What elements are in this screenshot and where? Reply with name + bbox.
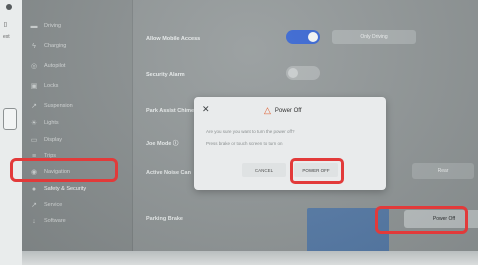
hardware-button[interactable]	[3, 108, 17, 130]
autopilot-icon: ◎	[30, 63, 38, 70]
software-icon: ↓	[32, 217, 36, 225]
security-alarm-toggle[interactable]	[286, 66, 320, 80]
park-assist-chimes-label: Park Assist Chimes	[146, 108, 198, 114]
allow-mobile-access-toggle[interactable]	[286, 30, 320, 44]
sidebar-item-lights[interactable]: ☀ Lights	[30, 115, 128, 131]
camera-dot	[6, 4, 12, 10]
allow-mobile-access-label: Allow Mobile Access	[146, 36, 201, 42]
sidebar-item-label: Autopilot	[44, 63, 66, 69]
sidebar-item-label: Safety & Security	[44, 186, 87, 192]
screen-bottom-edge	[22, 251, 478, 265]
dialog-title: △ Power Off	[264, 105, 302, 116]
sidebar-item-display[interactable]: ▭ Display	[30, 132, 128, 148]
sidebar-item-label: Charging	[44, 43, 67, 49]
rear-option-button[interactable]: Rear	[412, 163, 474, 179]
sidebar-item-suspension[interactable]: ↗ Suspension	[30, 98, 128, 114]
sidebar-item-driving[interactable]: ▬ Driving	[30, 18, 128, 34]
warning-icon: △	[264, 105, 271, 115]
car-icon: ▬	[30, 22, 38, 30]
sidebar-item-label: Lights	[44, 120, 59, 126]
charging-icon: ϟ	[32, 42, 36, 50]
sidebar-item-label: Suspension	[44, 103, 73, 109]
joe-mode-label: Joe Mode ⓘ	[146, 141, 179, 147]
sidebar-item-locks[interactable]: ▣ Locks	[30, 78, 128, 94]
device-bezel: [] ext	[0, 0, 23, 265]
dialog-hint: Press brake or touch screen to turn on	[206, 141, 283, 146]
dialog-title-text: Power Off	[274, 107, 302, 114]
dialog-message: Are you sure you want to turn the power …	[206, 129, 295, 134]
sidebar-item-label: Software	[44, 218, 66, 224]
sidebar-item-label: Locks	[44, 83, 59, 89]
safety-icon: ●	[31, 185, 37, 193]
close-icon[interactable]: ✕	[202, 104, 210, 115]
settings-sidebar: ▬ Driving ϟ Charging ◎ Autopilot ▣ Locks ↗ Suspen…	[22, 0, 133, 251]
safety-security-highlight	[10, 158, 118, 182]
sidebar-item-service[interactable]: ↗ Service	[30, 197, 128, 213]
power-off-settings-highlight	[375, 206, 468, 234]
sidebar-item-charging[interactable]: ϟ Charging	[30, 38, 128, 54]
lights-icon: ☀	[30, 120, 38, 127]
sidebar-item-autopilot[interactable]: ◎ Autopilot	[30, 58, 128, 74]
active-noise-cancel-label: Active Noise Can	[146, 170, 191, 176]
cancel-button[interactable]: CANCEL	[242, 163, 286, 177]
service-icon: ↗	[31, 202, 37, 209]
confirm-power-off-highlight	[290, 158, 344, 184]
suspension-icon: ↗	[31, 103, 37, 110]
locks-icon: ▣	[30, 83, 38, 90]
display-icon: ▭	[30, 137, 38, 144]
sidebar-item-label: Driving	[44, 23, 62, 29]
parking-brake-label: Parking Brake	[146, 216, 183, 222]
sidebar-item-label: Display	[44, 137, 63, 143]
bezel-label-mid: ext	[3, 34, 10, 40]
sidebar-item-software[interactable]: ↓ Software	[30, 213, 128, 229]
sidebar-item-label: Service	[44, 202, 63, 208]
sidebar-item-safety-security[interactable]: ● Safety & Security	[30, 181, 128, 197]
only-driving-button[interactable]: Only Driving	[332, 30, 416, 44]
bezel-label-top: []	[4, 22, 7, 28]
security-alarm-label: Security Alarm	[146, 72, 185, 78]
